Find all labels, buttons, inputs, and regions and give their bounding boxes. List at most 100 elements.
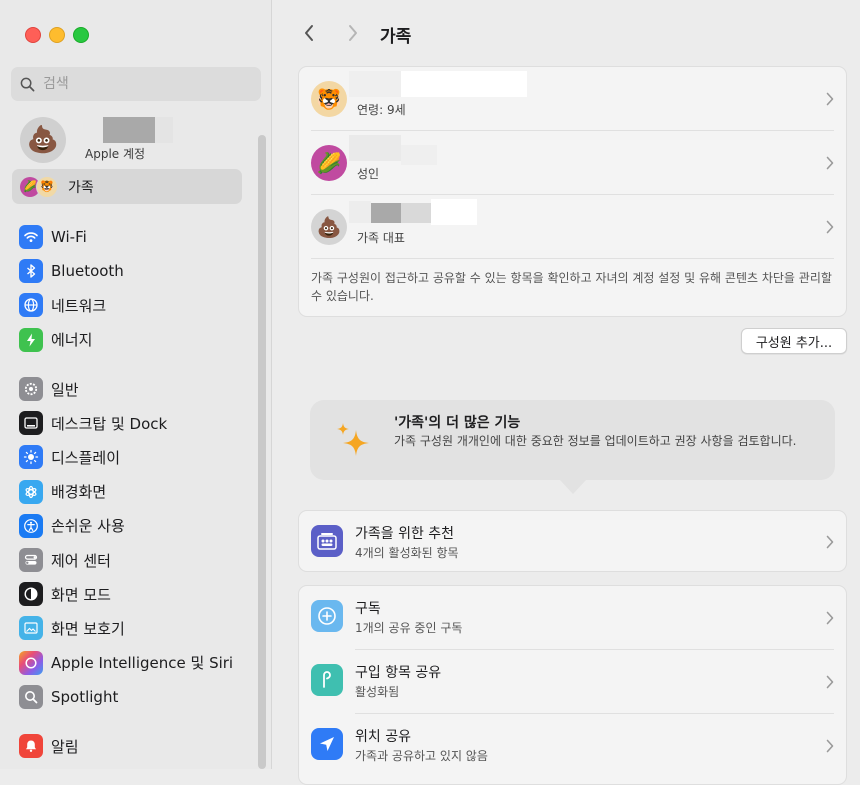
wifi-icon [19, 225, 43, 250]
family-member-row[interactable]: 🌽 성인 [299, 131, 846, 195]
sidebar-item-network[interactable]: 네트워크 [19, 288, 259, 322]
add-member-button[interactable]: 구성원 추가... [741, 328, 847, 354]
family-member-row[interactable]: 💩 가족 대표 [299, 195, 846, 259]
sidebar-item-label: 제어 센터 [51, 551, 111, 570]
wallpaper-icon [19, 479, 43, 504]
sidebar-item-label: 화면 보호기 [51, 619, 125, 638]
sidebar-item-spotlight[interactable]: Spotlight [19, 680, 259, 714]
tip-description: 가족 구성원 개개인에 대한 중요한 정보를 업데이트하고 권장 사항을 검토합… [394, 434, 797, 448]
search-field[interactable] [11, 67, 261, 101]
redacted-member-name-2 [371, 203, 401, 223]
sidebar-item-label: 화면 모드 [51, 585, 111, 604]
sidebar-item-desktop-dock[interactable]: 데스크탑 및 Dock [19, 406, 259, 440]
forward-button[interactable] [342, 22, 364, 44]
sidebar-item-family[interactable]: 🌽 🐯 가족 [12, 169, 242, 204]
accessibility-icon [19, 513, 43, 538]
row-divider [311, 258, 834, 259]
gear-icon [19, 377, 43, 402]
family-members-card: 🐯 연령: 9세 🌽 성인 💩 가족 대표 가족 구성원이 접근하고 공유할 수… [298, 66, 847, 317]
sidebar-scrollbar[interactable] [258, 135, 266, 769]
feature-title: 구독 [355, 601, 381, 617]
bluetooth-icon [19, 259, 43, 284]
sidebar-item-label: 가족 [68, 179, 94, 196]
sidebar-group-network: Wi-Fi Bluetooth 네트워크 에너지 [19, 220, 259, 357]
page-title: 가족 [380, 27, 412, 47]
brightness-icon [19, 445, 43, 470]
sidebar-item-label: 알림 [51, 737, 79, 756]
family-avatar-tiger: 🐯 [36, 175, 58, 198]
main-pane: 가족 🐯 연령: 9세 🌽 성인 💩 가족 대표 가족 구성원이 접근하고 공유… [272, 0, 860, 785]
sidebar-item-accessibility[interactable]: 손쉬운 사용 [19, 509, 259, 543]
sidebar-item-appearance[interactable]: 화면 모드 [19, 577, 259, 611]
member-avatar-corn: 🌽 [311, 145, 347, 181]
control-center-icon [19, 548, 43, 573]
chevron-right-icon [349, 25, 357, 41]
sidebar-item-label: Apple Intelligence 및 Siri [51, 654, 234, 673]
sidebar-item-label: 에너지 [51, 331, 93, 350]
chevron-left-icon [305, 25, 313, 41]
feature-subtitle: 활성화됨 [355, 685, 400, 699]
sidebar-item-apple-intelligence-siri[interactable]: Apple Intelligence 및 Siri [19, 646, 259, 680]
chevron-right-icon [826, 220, 834, 234]
feature-row-purchase-sharing[interactable]: 구입 항목 공유 활성화됨 [299, 650, 846, 714]
redacted-member-name-3 [401, 203, 431, 223]
sparkles-icon [337, 423, 369, 456]
sidebar-item-bluetooth[interactable]: Bluetooth [19, 254, 259, 288]
back-button[interactable] [298, 22, 320, 44]
sidebar-group-system: 일반 데스크탑 및 Dock 디스플레이 배경화면 손쉬운 사용 제어 센터 화… [19, 372, 259, 714]
sidebar-item-notifications[interactable]: 알림 [19, 729, 259, 763]
member-subtitle: 연령: 9세 [357, 103, 406, 117]
member-avatar-tiger: 🐯 [311, 81, 347, 117]
screensaver-icon [19, 616, 43, 641]
account-subtitle: Apple 계정 [85, 147, 146, 161]
sidebar: 💩 Apple 계정 🌽 🐯 가족 Wi-Fi Bluetooth [0, 0, 272, 769]
search-input[interactable] [41, 75, 245, 93]
bell-icon [19, 734, 43, 759]
tip-title: '가족'의 더 많은 기능 [394, 415, 521, 431]
subscription-icon [311, 600, 343, 632]
sidebar-item-energy[interactable]: 에너지 [19, 323, 259, 357]
sidebar-item-label: 배경화면 [51, 483, 107, 502]
chevron-right-icon [826, 156, 834, 170]
close-window-button[interactable] [25, 27, 41, 43]
sidebar-item-screensaver[interactable]: 화면 보호기 [19, 611, 259, 645]
family-member-row[interactable]: 🐯 연령: 9세 [299, 67, 846, 131]
sidebar-item-label: 네트워크 [51, 296, 107, 315]
sidebar-item-label: 일반 [51, 380, 79, 399]
sidebar-item-displays[interactable]: 디스플레이 [19, 440, 259, 474]
feature-title: 위치 공유 [355, 729, 411, 745]
recommendations-title: 가족을 위한 추천 [355, 526, 455, 542]
search-icon [20, 77, 35, 91]
sidebar-item-control-center[interactable]: 제어 센터 [19, 543, 259, 577]
family-description: 가족 구성원이 접근하고 공유할 수 있는 항목을 확인하고 자녀의 계정 설정… [311, 271, 832, 303]
minimize-window-button[interactable] [49, 27, 65, 43]
redacted-member-name [349, 201, 371, 223]
redacted-account-name [103, 117, 155, 143]
redacted-member-name-4 [431, 199, 477, 225]
chevron-right-icon [826, 535, 834, 549]
redacted-member-name [349, 71, 401, 97]
sidebar-item-wallpaper[interactable]: 배경화면 [19, 475, 259, 509]
sidebar-item-general[interactable]: 일반 [19, 372, 259, 406]
sidebar-item-label: 디스플레이 [51, 448, 121, 467]
feature-row-subscriptions[interactable]: 구독 1개의 공유 중인 구독 [299, 586, 846, 650]
sidebar-item-label: Bluetooth [51, 262, 124, 281]
recommendations-card: 가족을 위한 추천 4개의 활성화된 항목 [298, 510, 847, 572]
sidebar-item-label: 손쉬운 사용 [51, 517, 125, 536]
family-checklist-icon [311, 525, 343, 557]
feature-row-location-sharing[interactable]: 위치 공유 가족과 공유하고 있지 않음 [299, 714, 846, 778]
battery-icon [19, 327, 43, 352]
zoom-window-button[interactable] [73, 27, 89, 43]
chevron-right-icon [826, 611, 834, 625]
location-icon [311, 728, 343, 760]
spotlight-icon [19, 684, 43, 709]
sidebar-item-wifi[interactable]: Wi-Fi [19, 220, 259, 254]
chevron-right-icon [826, 675, 834, 689]
feature-subtitle: 1개의 공유 중인 구독 [355, 621, 463, 635]
apple-account-item[interactable]: 💩 Apple 계정 [20, 116, 260, 164]
chevron-right-icon [826, 92, 834, 106]
sidebar-group-notifications: 알림 [19, 729, 259, 763]
feature-title: 구입 항목 공유 [355, 665, 442, 681]
redacted-member-name-2 [401, 145, 437, 165]
recommendations-row[interactable]: 가족을 위한 추천 4개의 활성화된 항목 [299, 511, 846, 573]
